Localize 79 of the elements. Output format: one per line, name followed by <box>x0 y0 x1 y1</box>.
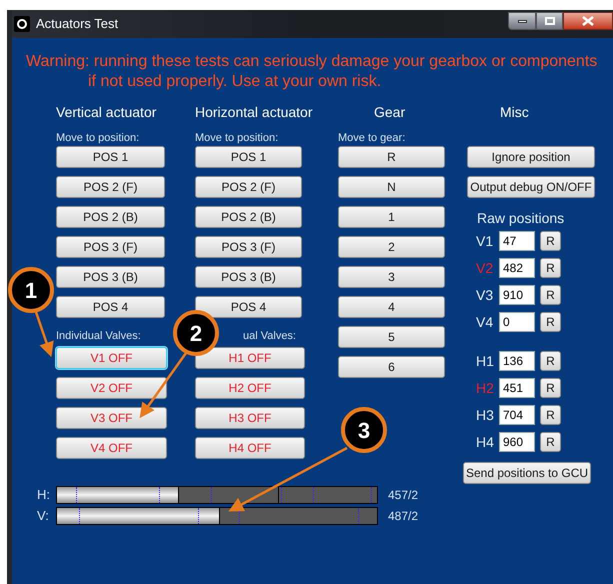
valve-button[interactable]: V4 OFF <box>56 437 167 459</box>
position-button[interactable]: POS 1 <box>195 146 302 168</box>
raw-position-label: V3 <box>476 286 494 304</box>
section-label: Move to gear: <box>338 131 406 144</box>
callout-arrow <box>34 312 54 358</box>
reset-button[interactable]: R <box>540 312 561 332</box>
valve-button[interactable]: V1 OFF <box>56 347 167 369</box>
raw-position-field[interactable]: 136 <box>499 351 535 371</box>
reset-button[interactable]: R <box>540 231 561 251</box>
bar-label: H: <box>37 486 51 504</box>
position-button[interactable]: POS 3 (F) <box>195 236 302 258</box>
reset-button[interactable]: R <box>540 351 561 371</box>
position-button[interactable]: POS 3 (F) <box>56 236 165 258</box>
raw-position-label: H3 <box>476 406 495 424</box>
action-button[interactable]: Output debug ON/OFF <box>467 176 595 198</box>
raw-position-field[interactable]: 704 <box>499 405 535 425</box>
gear-button[interactable]: 6 <box>338 356 445 378</box>
app-icon <box>14 16 30 32</box>
section-label: Move to position: <box>56 131 140 144</box>
position-button[interactable]: POS 4 <box>56 296 165 318</box>
valve-button[interactable]: V3 OFF <box>56 407 167 429</box>
valve-button[interactable]: H1 OFF <box>195 347 305 369</box>
gear-button[interactable]: R <box>338 146 445 168</box>
reset-button[interactable]: R <box>540 378 561 398</box>
valve-button[interactable]: H2 OFF <box>195 377 305 399</box>
column-heading: Horizontal actuator <box>195 103 313 122</box>
maximize-button[interactable] <box>536 12 563 30</box>
position-button[interactable]: POS 2 (B) <box>195 206 302 228</box>
gear-button[interactable]: 2 <box>338 236 445 258</box>
raw-position-label: H2 <box>476 378 495 398</box>
warning-text: if not used properly. Use at your own risk. <box>87 72 382 92</box>
position-button[interactable]: POS 3 (B) <box>195 266 302 288</box>
position-button[interactable]: POS 3 (B) <box>56 266 165 288</box>
close-icon <box>582 16 594 26</box>
raw-position-field[interactable]: 910 <box>499 285 535 305</box>
close-button[interactable] <box>563 12 613 30</box>
raw-position-field[interactable]: 451 <box>499 378 535 398</box>
gear-button[interactable]: 5 <box>338 326 445 348</box>
position-button[interactable]: POS 4 <box>195 296 302 318</box>
gear-button[interactable]: 1 <box>338 206 445 228</box>
raw-position-label: V4 <box>476 312 494 332</box>
minimize-button[interactable] <box>508 12 536 30</box>
position-button[interactable]: POS 2 (F) <box>56 176 165 198</box>
raw-position-field[interactable]: 47 <box>499 231 535 251</box>
bar-reading: 457/2 <box>388 486 418 504</box>
valve-button[interactable]: H3 OFF <box>195 407 305 429</box>
gear-button[interactable]: 3 <box>338 266 445 288</box>
raw-position-field[interactable]: 0 <box>499 312 535 332</box>
valve-button[interactable]: H4 OFF <box>195 437 305 459</box>
send-button[interactable]: Send positions to GCU <box>463 462 591 484</box>
position-button[interactable]: POS 2 (B) <box>56 206 165 228</box>
gear-button[interactable]: 4 <box>338 296 445 318</box>
section-label: ual Valves: <box>243 329 297 342</box>
position-button[interactable]: POS 1 <box>56 146 165 168</box>
gear-button[interactable]: N <box>338 176 445 198</box>
bar-reading: 487/2 <box>388 508 418 524</box>
column-heading: Gear <box>373 103 406 122</box>
callout-arrow <box>140 352 188 418</box>
window-title: Actuators Test <box>36 15 118 34</box>
raw-position-label: V1 <box>476 232 494 250</box>
section-label: Move to position: <box>195 131 280 144</box>
raw-position-field[interactable]: 482 <box>499 258 535 278</box>
reset-button[interactable]: R <box>540 258 561 278</box>
warning-text: Warning: running these tests can seriously damage your gearbox or components <box>26 52 598 72</box>
reset-button[interactable]: R <box>540 432 561 452</box>
raw-position-field[interactable]: 960 <box>499 432 535 452</box>
action-button[interactable]: Ignore position <box>467 146 595 168</box>
column-heading: Misc <box>499 103 530 122</box>
bar-label: V: <box>37 506 50 525</box>
raw-position-label: H1 <box>476 352 495 370</box>
reset-button[interactable]: R <box>540 285 561 305</box>
column-heading: Vertical actuator <box>56 103 156 122</box>
raw-position-label: V2 <box>476 258 494 278</box>
reset-button[interactable]: R <box>540 405 561 425</box>
valve-button[interactable]: V2 OFF <box>56 377 167 399</box>
position-button[interactable]: POS 2 (F) <box>195 176 302 198</box>
section-heading: Raw positions <box>477 209 566 228</box>
raw-position-label: H4 <box>476 432 495 452</box>
section-label: Individual Valves: <box>56 329 142 342</box>
